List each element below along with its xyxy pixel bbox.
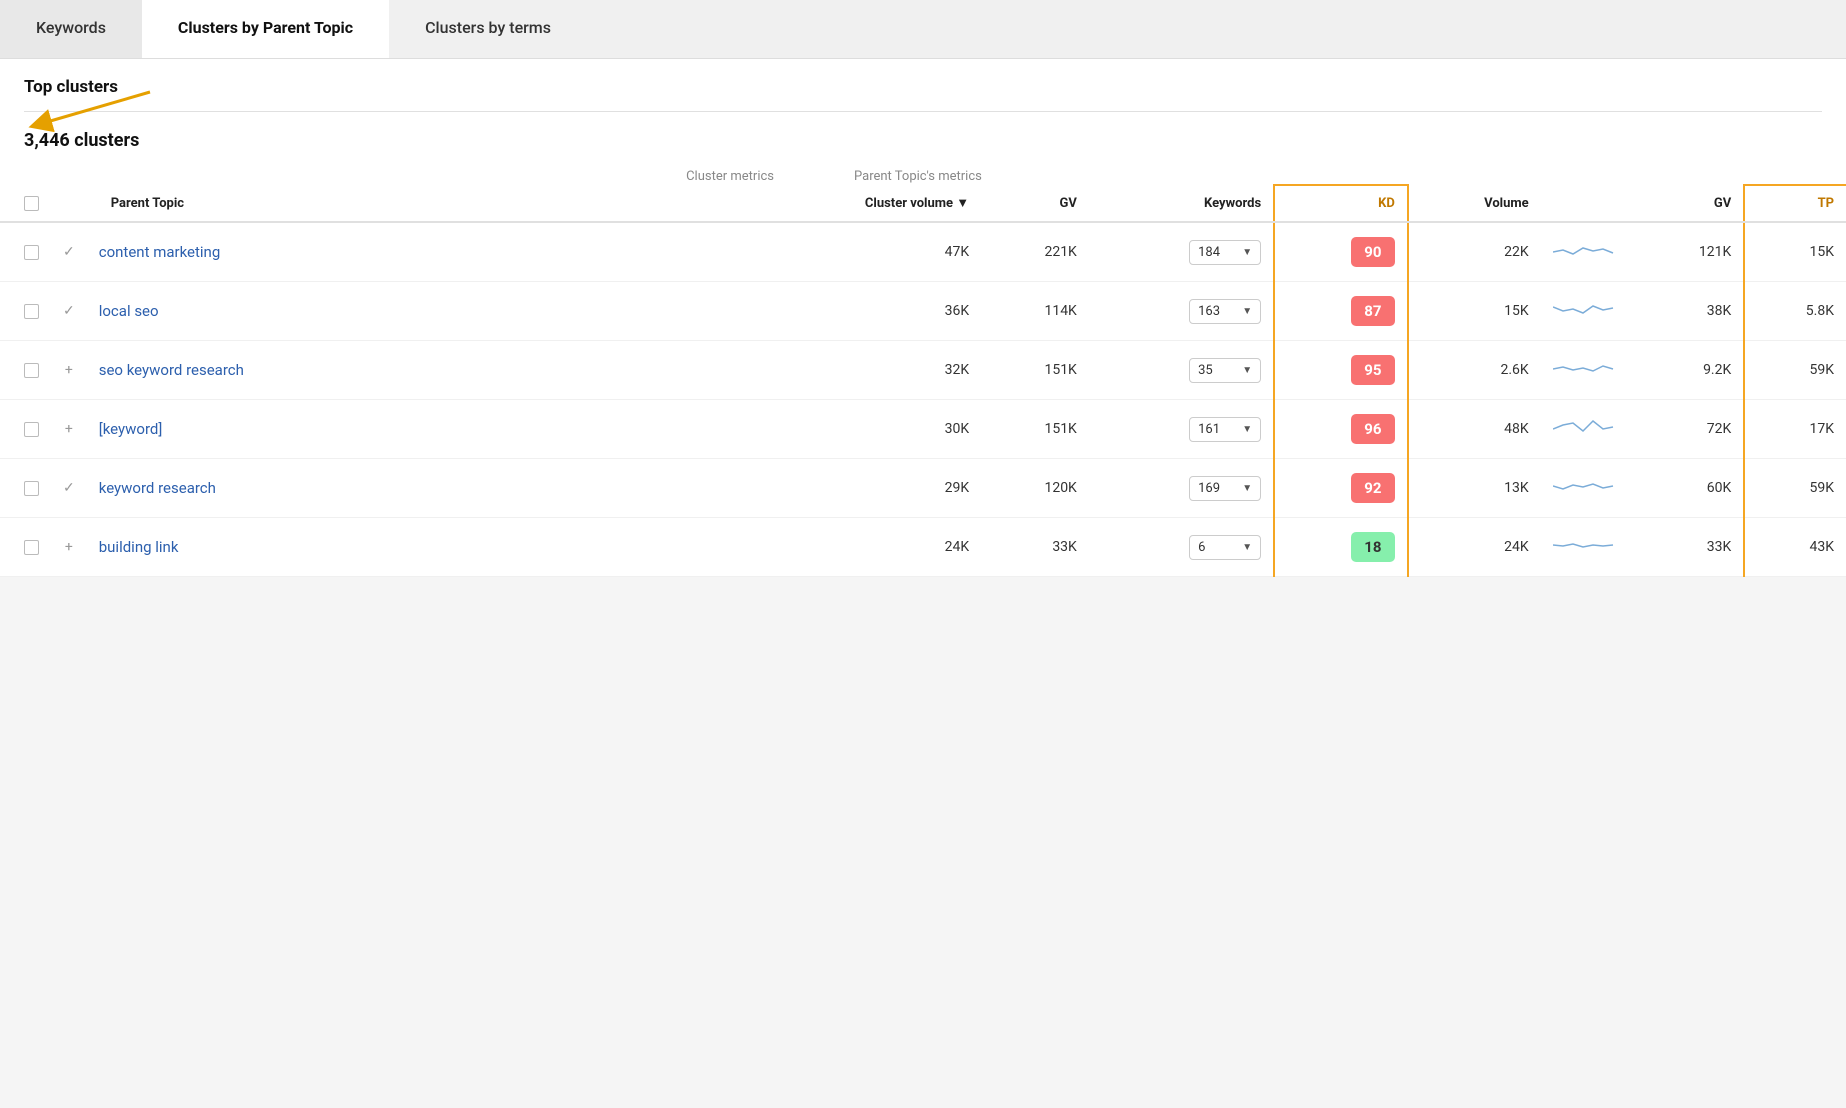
row-tp: 59K (1744, 459, 1846, 518)
row-volume: 48K (1408, 400, 1541, 459)
row-gv: 151K (981, 341, 1089, 400)
row-checkbox[interactable] (0, 341, 51, 400)
row-cluster-volume: 29K (736, 459, 981, 518)
parent-metrics-label: Parent Topic's metrics (834, 169, 1822, 184)
row-icon: ✓ (51, 282, 87, 341)
th-gv-cluster: GV (981, 185, 1089, 222)
col-group-labels: Cluster metrics Parent Topic's metrics (0, 161, 1846, 184)
row-topic[interactable]: building link (87, 518, 736, 577)
tab-clusters-terms[interactable]: Clusters by terms (389, 0, 587, 58)
row-tp: 15K (1744, 222, 1846, 282)
row-tp: 5.8K (1744, 282, 1846, 341)
row-cluster-volume: 32K (736, 341, 981, 400)
row-sparkline (1541, 518, 1635, 577)
row-gv: 120K (981, 459, 1089, 518)
row-checkbox[interactable] (0, 400, 51, 459)
row-cluster-volume: 24K (736, 518, 981, 577)
row-icon: + (51, 400, 87, 459)
header-checkbox[interactable] (24, 196, 39, 211)
row-tp: 59K (1744, 341, 1846, 400)
row-checkbox[interactable] (0, 282, 51, 341)
row-gv-parent: 38K (1635, 282, 1745, 341)
tab-keywords[interactable]: Keywords (0, 0, 142, 58)
row-checkbox[interactable] (0, 459, 51, 518)
row-kd: 96 (1274, 400, 1408, 459)
row-volume: 24K (1408, 518, 1541, 577)
row-keywords[interactable]: 184 ▼ (1089, 222, 1274, 282)
row-volume: 2.6K (1408, 341, 1541, 400)
row-volume: 22K (1408, 222, 1541, 282)
row-tp: 43K (1744, 518, 1846, 577)
row-topic[interactable]: local seo (87, 282, 736, 341)
top-clusters-title: Top clusters (24, 77, 1822, 112)
row-keywords[interactable]: 161 ▼ (1089, 400, 1274, 459)
th-gv-parent: GV (1635, 185, 1745, 222)
main-table: Parent Topic Cluster volume ▼ GV Keyword… (0, 184, 1846, 577)
row-sparkline (1541, 222, 1635, 282)
table-row: + seo keyword research 32K 151K 35 ▼ 95 … (0, 341, 1846, 400)
row-icon: ✓ (51, 222, 87, 282)
row-cluster-volume: 36K (736, 282, 981, 341)
th-tp: TP (1744, 185, 1846, 222)
th-volume: Volume (1408, 185, 1541, 222)
annotation-arrow (0, 82, 180, 142)
th-cluster-volume[interactable]: Cluster volume ▼ (736, 185, 981, 222)
row-gv-parent: 72K (1635, 400, 1745, 459)
row-checkbox[interactable] (0, 222, 51, 282)
row-topic[interactable]: [keyword] (87, 400, 736, 459)
row-gv: 151K (981, 400, 1089, 459)
clusters-count-row: 3,446 clusters (0, 112, 1846, 161)
table-row: ✓ content marketing 47K 221K 184 ▼ 90 22… (0, 222, 1846, 282)
row-cluster-volume: 30K (736, 400, 981, 459)
row-gv-parent: 9.2K (1635, 341, 1745, 400)
table-row: + [keyword] 30K 151K 161 ▼ 96 48K (0, 400, 1846, 459)
row-keywords[interactable]: 6 ▼ (1089, 518, 1274, 577)
table-row: + building link 24K 33K 6 ▼ 18 24K (0, 518, 1846, 577)
row-gv-parent: 60K (1635, 459, 1745, 518)
row-sparkline (1541, 282, 1635, 341)
row-keywords[interactable]: 35 ▼ (1089, 341, 1274, 400)
row-icon: ✓ (51, 459, 87, 518)
row-kd: 90 (1274, 222, 1408, 282)
row-gv: 221K (981, 222, 1089, 282)
cluster-metrics-label: Cluster metrics (544, 169, 834, 184)
row-volume: 13K (1408, 459, 1541, 518)
table-row: ✓ keyword research 29K 120K 169 ▼ 92 13K (0, 459, 1846, 518)
row-volume: 15K (1408, 282, 1541, 341)
th-sparkline (1541, 185, 1635, 222)
row-gv-parent: 33K (1635, 518, 1745, 577)
top-clusters-section: Top clusters (0, 59, 1846, 112)
row-icon: + (51, 518, 87, 577)
tabs-bar: Keywords Clusters by Parent Topic Cluste… (0, 0, 1846, 59)
row-icon: + (51, 341, 87, 400)
row-kd: 95 (1274, 341, 1408, 400)
row-topic[interactable]: keyword research (87, 459, 736, 518)
row-topic[interactable]: content marketing (87, 222, 736, 282)
row-topic[interactable]: seo keyword research (87, 341, 736, 400)
row-keywords[interactable]: 169 ▼ (1089, 459, 1274, 518)
row-tp: 17K (1744, 400, 1846, 459)
th-parent-topic: Parent Topic (87, 185, 736, 222)
th-kd: KD (1274, 185, 1408, 222)
row-sparkline (1541, 459, 1635, 518)
row-gv: 33K (981, 518, 1089, 577)
table-row: ✓ local seo 36K 114K 163 ▼ 87 15K (0, 282, 1846, 341)
row-cluster-volume: 47K (736, 222, 981, 282)
row-keywords[interactable]: 163 ▼ (1089, 282, 1274, 341)
row-gv: 114K (981, 282, 1089, 341)
row-kd: 87 (1274, 282, 1408, 341)
th-keywords: Keywords (1089, 185, 1274, 222)
row-sparkline (1541, 400, 1635, 459)
row-kd: 18 (1274, 518, 1408, 577)
row-checkbox[interactable] (0, 518, 51, 577)
tab-clusters-parent[interactable]: Clusters by Parent Topic (142, 0, 389, 58)
table-container: Parent Topic Cluster volume ▼ GV Keyword… (0, 184, 1846, 577)
row-sparkline (1541, 341, 1635, 400)
row-kd: 92 (1274, 459, 1408, 518)
row-gv-parent: 121K (1635, 222, 1745, 282)
